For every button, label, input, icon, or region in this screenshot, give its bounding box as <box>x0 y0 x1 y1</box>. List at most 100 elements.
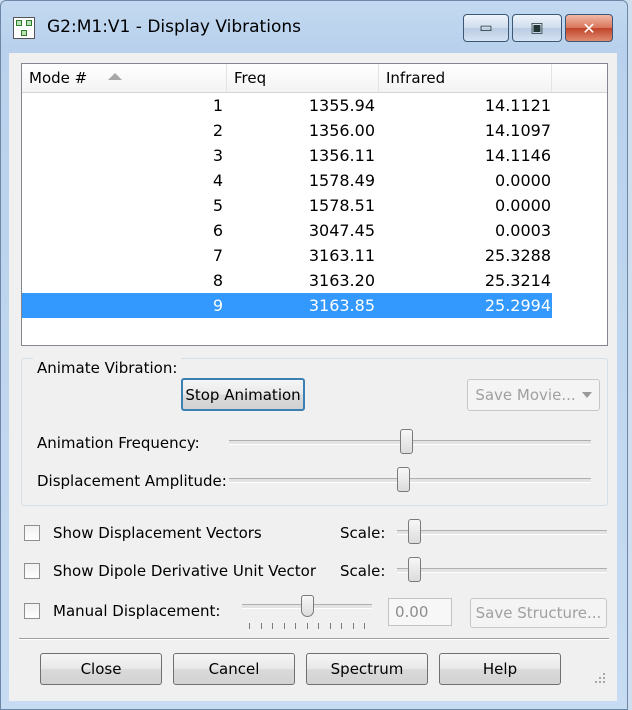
mode-cell: 9 <box>212 296 223 315</box>
grip-dot <box>599 681 601 683</box>
spectrum-button-label: Spectrum <box>330 660 404 678</box>
grip-dot <box>603 677 605 679</box>
dipole-scale-label: Scale: <box>340 562 386 580</box>
table-row[interactable]: 8 3163.20 25.3214 <box>22 268 607 293</box>
dialog-client-area: Mode # Freq Infrared 1 1355.94 14.1121 2 135… <box>9 53 617 701</box>
infrared-cell: 25.3214 <box>484 271 551 290</box>
dipole-scale-slider-thumb[interactable] <box>407 557 421 582</box>
column-header-mode-label: Mode # <box>29 69 88 87</box>
displacement-amplitude-slider-thumb[interactable] <box>396 467 410 492</box>
infrared-cell: 25.2994 <box>484 296 551 315</box>
mode-cell: 8 <box>212 271 223 290</box>
show-displacement-vectors-checkbox[interactable] <box>24 525 40 541</box>
cancel-button-label: Cancel <box>208 660 260 678</box>
close-icon: ✕ <box>582 18 596 38</box>
table-row[interactable]: 2 1356.00 14.1097 <box>22 118 607 143</box>
displacement-amplitude-track[interactable] <box>229 478 591 483</box>
table-row[interactable]: 6 3047.45 0.0003 <box>22 218 607 243</box>
freq-cell: 3163.20 <box>308 271 375 290</box>
manual-displacement-slider-thumb[interactable] <box>301 595 314 617</box>
slider-tick <box>295 623 296 629</box>
manual-displacement-checkbox[interactable] <box>24 603 40 619</box>
grip-dot <box>603 673 605 675</box>
freq-cell: 3163.11 <box>308 246 375 265</box>
molecule-app-icon[interactable] <box>13 17 35 39</box>
manual-displacement-value-field[interactable]: 0.00 <box>388 598 452 626</box>
sort-ascending-icon <box>108 73 122 80</box>
show-dipole-derivative-label[interactable]: Show Dipole Derivative Unit Vector <box>53 561 316 581</box>
separator <box>19 638 609 640</box>
save-movie-label: Save Movie... <box>475 386 576 404</box>
vibration-modes-list[interactable]: Mode # Freq Infrared 1 1355.94 14.1121 2 135… <box>21 63 608 346</box>
maximize-icon: ▣ <box>530 20 544 36</box>
slider-tick <box>260 623 262 629</box>
mode-cell: 3 <box>212 146 223 165</box>
animate-vibration-title: Animate Vibration: <box>33 358 182 378</box>
close-window-button[interactable]: ✕ <box>565 14 613 42</box>
spectrum-button[interactable]: Spectrum <box>306 653 428 685</box>
minimize-button[interactable]: ▭ <box>463 14 509 42</box>
slider-tick <box>329 623 331 629</box>
infrared-cell: 14.1121 <box>484 96 551 115</box>
column-header-freq[interactable]: Freq <box>227 64 379 92</box>
list-rows: 1 1355.94 14.1121 2 1356.00 14.1097 3 1356.11 14… <box>22 93 607 318</box>
table-row[interactable]: 5 1578.51 0.0000 <box>22 193 607 218</box>
infrared-cell: 0.0000 <box>495 196 551 215</box>
display-vibrations-window: G2:M1:V1 - Display Vibrations ▭ ▣ ✕ Mode… <box>0 0 628 710</box>
column-header-infrared-label: Infrared <box>386 69 446 87</box>
vectors-scale-track[interactable] <box>397 530 607 535</box>
table-row[interactable]: 4 1578.49 0.0000 <box>22 168 607 193</box>
show-dipole-derivative-checkbox[interactable] <box>24 563 40 579</box>
slider-tick <box>318 623 319 629</box>
mode-cell: 4 <box>212 171 223 190</box>
freq-cell: 1355.94 <box>308 96 375 115</box>
maximize-button[interactable]: ▣ <box>512 14 562 42</box>
freq-cell: 1356.11 <box>308 146 375 165</box>
freq-cell: 1578.49 <box>308 171 375 190</box>
table-row[interactable]: 1 1355.94 14.1121 <box>22 93 607 118</box>
table-row[interactable]: 3 1356.11 14.1146 <box>22 143 607 168</box>
column-header-mode[interactable]: Mode # <box>22 64 227 92</box>
list-header: Mode # Freq Infrared <box>22 64 607 93</box>
help-button-label: Help <box>482 660 518 678</box>
slider-tick <box>306 623 308 629</box>
grip-dot <box>599 677 601 679</box>
mode-cell: 6 <box>212 221 223 240</box>
infrared-cell: 25.3288 <box>484 246 551 265</box>
save-structure-button[interactable]: Save Structure... <box>470 598 607 628</box>
manual-displacement-label[interactable]: Manual Displacement: <box>53 601 220 621</box>
column-header-infrared[interactable]: Infrared <box>379 64 552 92</box>
window-title: G2:M1:V1 - Display Vibrations <box>47 17 301 37</box>
slider-tick <box>283 623 285 629</box>
column-header-freq-label: Freq <box>234 69 267 87</box>
show-displacement-vectors-label[interactable]: Show Displacement Vectors <box>53 523 262 543</box>
grip-dot <box>603 681 605 683</box>
displacement-amplitude-label: Displacement Amplitude: <box>37 472 227 490</box>
freq-cell: 1578.51 <box>308 196 375 215</box>
slider-tick <box>341 623 342 629</box>
minimize-icon: ▭ <box>479 20 493 36</box>
vectors-scale-label: Scale: <box>340 524 386 542</box>
close-button[interactable]: Close <box>40 653 162 685</box>
freq-cell: 3047.45 <box>308 221 375 240</box>
cancel-button[interactable]: Cancel <box>173 653 295 685</box>
table-row[interactable]: 7 3163.11 25.3288 <box>22 243 607 268</box>
slider-tick <box>272 623 273 629</box>
mode-cell: 2 <box>212 121 223 140</box>
title-bar[interactable]: G2:M1:V1 - Display Vibrations ▭ ▣ ✕ <box>1 1 627 51</box>
grip-dot <box>595 681 597 683</box>
freq-cell: 3163.85 <box>308 296 375 315</box>
save-movie-dropdown[interactable]: Save Movie... <box>467 379 600 411</box>
animation-frequency-slider-thumb[interactable] <box>400 429 414 454</box>
help-button[interactable]: Help <box>439 653 561 685</box>
vectors-scale-slider-thumb[interactable] <box>407 519 421 544</box>
stop-animation-button[interactable]: Stop Animation <box>181 378 305 411</box>
dipole-scale-track[interactable] <box>397 568 607 573</box>
table-row[interactable]: 9 3163.85 25.2994 <box>22 293 607 318</box>
slider-tick <box>249 623 250 629</box>
slider-tick <box>364 623 365 629</box>
stop-animation-label: Stop Animation <box>185 385 301 404</box>
infrared-cell: 0.0003 <box>495 221 551 240</box>
infrared-cell: 14.1097 <box>484 121 551 140</box>
mode-cell: 5 <box>212 196 223 215</box>
